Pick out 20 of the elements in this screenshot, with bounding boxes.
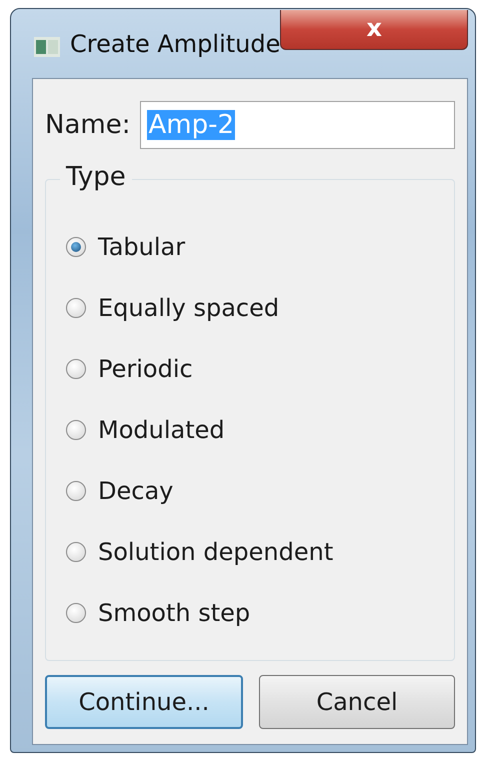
radio-button[interactable] xyxy=(66,298,86,318)
dialog-button[interactable]: Continue... xyxy=(45,675,243,729)
name-label: Name: xyxy=(45,110,130,140)
radio-label[interactable]: Tabular xyxy=(98,232,186,260)
radio-button[interactable] xyxy=(66,358,86,378)
close-button[interactable]: x xyxy=(280,10,468,50)
radio-label[interactable]: Decay xyxy=(98,476,174,504)
radio-label[interactable]: Smooth step xyxy=(98,598,250,626)
radio-label[interactable]: Solution dependent xyxy=(98,538,334,566)
radio-button[interactable] xyxy=(66,420,86,440)
radio-button[interactable] xyxy=(66,236,86,256)
radio-button[interactable] xyxy=(66,480,86,500)
window-title: Create Amplitude xyxy=(70,30,280,58)
window-icon xyxy=(34,37,60,57)
dialog-button[interactable]: Cancel xyxy=(259,675,455,729)
radio-button[interactable] xyxy=(66,542,86,562)
radio-label[interactable]: Equally spaced xyxy=(98,294,280,322)
radio-button[interactable] xyxy=(66,602,86,622)
radio-label[interactable]: Modulated xyxy=(98,416,225,444)
radio-label[interactable]: Periodic xyxy=(98,354,193,382)
